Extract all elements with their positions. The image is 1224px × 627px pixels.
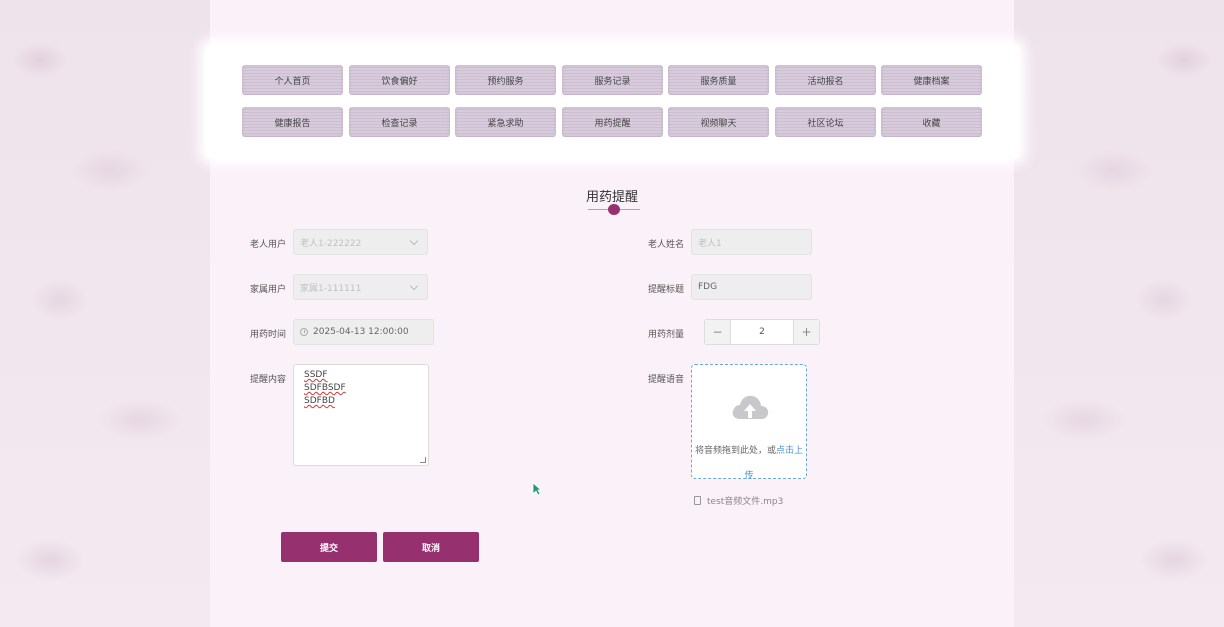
upload-hint: 将音频拖到此处，或点击上传 xyxy=(694,439,804,489)
elder-name-label: 老人姓名 xyxy=(648,240,685,250)
reminder-title-value: FDG xyxy=(698,282,718,292)
nav-video-chat[interactable]: 视频聊天 xyxy=(668,107,769,137)
chevron-down-icon xyxy=(409,236,419,246)
nav-service-records[interactable]: 服务记录 xyxy=(562,65,663,95)
med-time-value: 2025-04-13 12:00:00 xyxy=(313,327,409,337)
nav-panel xyxy=(205,44,1020,159)
dosage-value[interactable]: 2 xyxy=(731,320,793,344)
cloud-upload-icon xyxy=(732,395,769,419)
elder-name-field[interactable]: 老人1 xyxy=(691,229,812,255)
nav-checkup-records[interactable]: 检查记录 xyxy=(349,107,450,137)
voice-label: 提醒语音 xyxy=(648,375,685,385)
voice-upload-dropzone[interactable]: 将音频拖到此处，或点击上传 xyxy=(691,364,807,481)
nav-book-service[interactable]: 预约服务 xyxy=(455,65,556,95)
content-line: SDFBD xyxy=(304,396,335,406)
document-icon xyxy=(694,496,701,505)
content-line: SDFBSDF xyxy=(304,383,346,393)
elder-user-select[interactable]: 老人1-222222 xyxy=(293,229,428,255)
background-floral-right xyxy=(1014,0,1224,627)
reminder-title-field[interactable]: FDG xyxy=(691,274,812,300)
nav-activity-signup[interactable]: 活动报名 xyxy=(775,65,876,95)
elder-name-value: 老人1 xyxy=(698,238,722,249)
elder-user-label: 老人用户 xyxy=(250,240,287,250)
cancel-button[interactable]: 取消 xyxy=(383,532,479,562)
heart-icon xyxy=(608,204,620,215)
page-title: 用药提醒 xyxy=(585,190,638,205)
uploaded-file-item[interactable]: test音频文件.mp3 xyxy=(694,494,783,507)
nav-service-quality[interactable]: 服务质量 xyxy=(668,65,769,95)
reminder-title-label: 提醒标题 xyxy=(648,285,685,295)
decrement-button[interactable]: − xyxy=(705,320,731,344)
nav-home[interactable]: 个人首页 xyxy=(242,65,343,95)
dosage-stepper[interactable]: − 2 + xyxy=(704,319,820,345)
chevron-down-icon xyxy=(409,281,419,291)
nav-medication-reminder[interactable]: 用药提醒 xyxy=(562,107,663,137)
dosage-label: 用药剂量 xyxy=(648,330,685,340)
nav-health-archive[interactable]: 健康档案 xyxy=(881,65,982,95)
background-floral-left xyxy=(0,0,210,627)
content-textarea[interactable]: SSDF SDFBSDF SDFBD xyxy=(293,364,429,466)
family-user-select[interactable]: 家属1-111111 xyxy=(293,274,428,300)
content-line: SSDF xyxy=(304,370,328,380)
cursor-icon xyxy=(532,482,542,496)
upload-drop-text: 将音频拖到此处，或 xyxy=(694,446,776,456)
family-user-label: 家属用户 xyxy=(250,285,287,295)
title-decoration xyxy=(588,204,640,216)
med-time-label: 用药时间 xyxy=(250,330,287,340)
nav-diet-preference[interactable]: 饮食偏好 xyxy=(349,65,450,95)
resize-handle[interactable] xyxy=(420,457,426,463)
uploaded-file-name: test音频文件.mp3 xyxy=(707,497,784,507)
clock-icon xyxy=(300,328,308,336)
content-label: 提醒内容 xyxy=(250,375,287,385)
family-user-value: 家属1-111111 xyxy=(300,283,362,294)
elder-user-value: 老人1-222222 xyxy=(300,238,362,249)
nav-emergency-help[interactable]: 紧急求助 xyxy=(455,107,556,137)
nav-community-forum[interactable]: 社区论坛 xyxy=(775,107,876,137)
submit-button[interactable]: 提交 xyxy=(281,532,377,562)
nav-health-report[interactable]: 健康报告 xyxy=(242,107,343,137)
increment-button[interactable]: + xyxy=(793,320,819,344)
nav-favorites[interactable]: 收藏 xyxy=(881,107,982,137)
med-time-picker[interactable]: 2025-04-13 12:00:00 xyxy=(293,319,434,345)
